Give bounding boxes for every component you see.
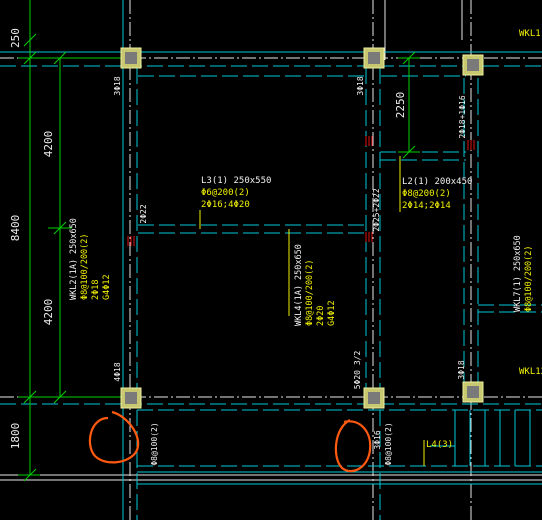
beam-L3-annotation: L3(1) 250x550 Φ6@200(2) 2Φ16;4Φ20 [201, 176, 271, 210]
beam-WKL7-stirrup: Φ8@100/200(2) [524, 245, 534, 312]
bottom-mark-2: 3Φ16 [373, 430, 382, 449]
beam-WKL7-label: WKL7(1) 250x650 [513, 235, 523, 312]
beam-L3-label: L3(1) 250x550 [201, 176, 271, 186]
tag-wkl12: WKL12 [519, 367, 542, 377]
markup-circle-right [334, 419, 372, 473]
columns [120, 47, 484, 409]
mark-c3-top: 2Φ18+1Φ16 [458, 95, 467, 139]
beam-WKL2-label: WKL2(1A) 250x650 [69, 218, 79, 300]
tag-wkl1: WKL1 [519, 29, 541, 39]
beam-L2-annotation: L2(1) 200x450 Φ8@200(2) 2Φ14;2Φ14 [402, 177, 472, 211]
beam-tags: WKL1 WKL12 L4(3) [426, 29, 542, 450]
markup-circle-left [88, 410, 140, 464]
beam-WKL4-stirrup: Φ8@100/200(2) [305, 259, 315, 326]
beam-L3-rebar: 2Φ16;4Φ20 [201, 200, 250, 210]
cad-drawing: 250 4200 8400 4200 1800 2250 3Φ18 3Φ18 4… [0, 0, 542, 520]
column-cores [125, 52, 479, 404]
mark-c1-top: 3Φ18 [113, 76, 122, 95]
mark-c2-bottom: 5Φ20 3/2 [353, 351, 362, 390]
tag-l4: L4(3) [426, 440, 453, 450]
beam-WKL4-annotation: WKL4(1A) 250x650 Φ8@100/200(2) 2Φ20 G4Φ1… [294, 244, 337, 326]
beam-WKL7-annotation: WKL7(1) 250x650 Φ8@100/200(2) [513, 235, 534, 312]
mark-c3-bottom: 3Φ18 [457, 360, 466, 379]
dim-lower-4200: 4200 [42, 299, 55, 326]
bottom-stirrup-2: Φ8@100(2) [384, 422, 393, 465]
bottom-stirrup-texts: Φ8@100(2) 3Φ16 Φ8@100(2) [150, 422, 393, 465]
dim-top-250: 250 [9, 28, 22, 48]
beam-L2-stirrup: Φ8@200(2) [402, 189, 451, 199]
beam-L2-rebar: 2Φ14;2Φ14 [402, 201, 451, 211]
beam-WKL2-annotation: WKL2(1A) 250x650 Φ8@100/200(2) 2Φ18 G4Φ1… [69, 218, 112, 300]
mark-c1-bottom: 4Φ18 [113, 362, 122, 381]
beam-WKL4-label: WKL4(1A) 250x650 [294, 244, 304, 326]
dim-upper-4200: 4200 [42, 131, 55, 158]
beam-WKL2-top: 2Φ18 [91, 280, 101, 300]
beam-WKL4-side: G4Φ12 [327, 300, 337, 326]
markup-annotations [88, 410, 372, 473]
bottom-stirrup-1: Φ8@100(2) [150, 422, 159, 465]
dim-bottom-1800: 1800 [9, 423, 22, 450]
beam-L2-side: 2Φ25+2Φ22 [372, 188, 381, 232]
dim-inner-2250: 2250 [394, 92, 407, 119]
beam-L2-label: L2(1) 200x450 [402, 177, 472, 187]
beam-WKL2-stirrup: Φ8@100/200(2) [80, 233, 90, 300]
beam-WKL4-top: 2Φ20 [316, 306, 326, 326]
dim-total-8400: 8400 [9, 215, 22, 242]
beam-WKL2-side: G4Φ12 [102, 274, 112, 300]
beam-L3-stirrup: Φ6@200(2) [201, 188, 250, 198]
beam-L3-side: 2Φ22 [139, 204, 148, 223]
mark-c2-top: 3Φ18 [356, 76, 365, 95]
